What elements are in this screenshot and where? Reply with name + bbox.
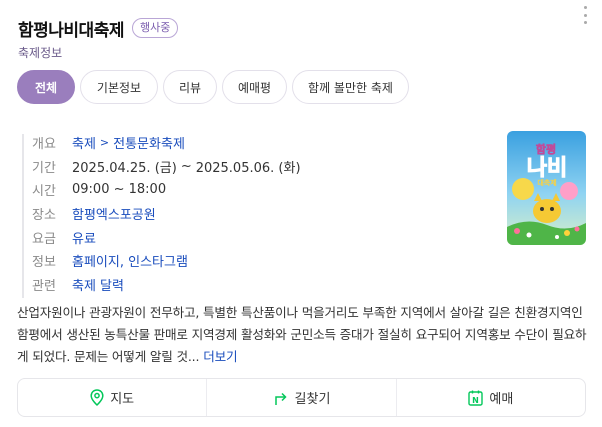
category-separator: > (99, 136, 110, 150)
page-title[interactable]: 함평나비대축제 (18, 16, 124, 41)
tab-basic-info[interactable]: 기본정보 (80, 70, 158, 104)
info-key: 장소 (32, 208, 56, 224)
info-key: 기간 (32, 160, 56, 176)
description-text: 산업자원이나 관광자원이 전무하고, 특별한 특산품이나 먹을거리도 부족한 지… (17, 305, 587, 364)
festival-poster-image[interactable]: 함평 나비 대축제 (507, 131, 586, 245)
info-row-related: 관련 축제 달력 (32, 273, 472, 297)
info-row-category: 개요 축제 > 전통문화축제 (32, 131, 472, 155)
more-options-icon[interactable] (582, 6, 588, 24)
info-row-time: 시간 09:00 ~ 18:00 (32, 178, 472, 202)
directions-button-label: 길찾기 (294, 392, 331, 407)
title-row: 함평나비대축제 행사중 (18, 14, 602, 42)
fee-link[interactable]: 유료 (72, 228, 96, 247)
festival-calendar-link[interactable]: 축제 달력 (72, 275, 124, 294)
svg-text:함평: 함평 (536, 142, 556, 156)
map-pin-icon (90, 389, 104, 406)
directions-button[interactable]: 길찾기 (206, 379, 395, 416)
poster-illustration: 함평 나비 대축제 (507, 131, 586, 245)
homepage-instagram-links[interactable]: 홈페이지, 인스타그램 (72, 251, 188, 270)
tab-reviews[interactable]: 리뷰 (163, 70, 217, 104)
info-row-period: 기간 2025.04.25. (금) ~ 2025.05.06. (화) (32, 155, 472, 179)
info-row-links: 정보 홈페이지, 인스타그램 (32, 249, 472, 273)
read-more-link[interactable]: 더보기 (203, 349, 237, 364)
booking-button[interactable]: N 예매 (395, 379, 585, 416)
tab-booking-reviews[interactable]: 예매평 (222, 70, 287, 104)
tab-bar: 전체 기본정보 리뷰 예매평 함께 볼만한 축제 (17, 70, 409, 104)
dot (583, 6, 587, 9)
info-key: 개요 (32, 137, 56, 153)
info-list: 개요 축제 > 전통문화축제 기간 2025.04.25. (금) ~ 2025… (32, 131, 472, 296)
category-sub-link[interactable]: 전통문화축제 (113, 133, 185, 152)
status-badge: 행사중 (131, 18, 179, 38)
info-row-place: 장소 함평엑스포공원 (32, 202, 472, 226)
info-key: 시간 (32, 184, 56, 200)
category-main-link[interactable]: 축제 (72, 133, 96, 152)
page-subtitle: 축제정보 (18, 46, 63, 60)
tab-related-festivals[interactable]: 함께 볼만한 축제 (292, 70, 409, 104)
booking-button-label: 예매 (489, 392, 514, 407)
period-tilde: ~ (180, 158, 192, 174)
dot (583, 21, 587, 24)
info-key: 정보 (32, 255, 56, 271)
place-link[interactable]: 함평엑스포공원 (72, 204, 156, 223)
period-start: 2025.04.25. (금) (72, 160, 177, 176)
svg-text:N: N (473, 396, 480, 405)
time-value: 09:00 ~ 18:00 (72, 182, 167, 198)
map-button[interactable]: 지도 (18, 379, 206, 416)
action-bar: 지도 길찾기 N 예매 (17, 378, 586, 417)
svg-text:나비: 나비 (527, 156, 567, 181)
header: 함평나비대축제 행사중 축제정보 (18, 14, 602, 60)
info-key: 요금 (32, 231, 56, 247)
map-button-label: 지도 (110, 392, 135, 407)
svg-text:대축제: 대축제 (537, 178, 556, 187)
info-divider (22, 134, 24, 298)
info-row-fee: 요금 유료 (32, 225, 472, 249)
info-key: 관련 (32, 278, 56, 294)
period-end: 2025.05.06. (화) (195, 160, 301, 176)
directions-arrow-icon (274, 392, 287, 405)
tab-all[interactable]: 전체 (17, 70, 75, 104)
dot (583, 13, 587, 17)
naver-booking-icon: N (468, 390, 484, 406)
festival-description: 산업자원이나 관광자원이 전무하고, 특별한 특산품이나 먹을거리도 부족한 지… (17, 302, 587, 368)
